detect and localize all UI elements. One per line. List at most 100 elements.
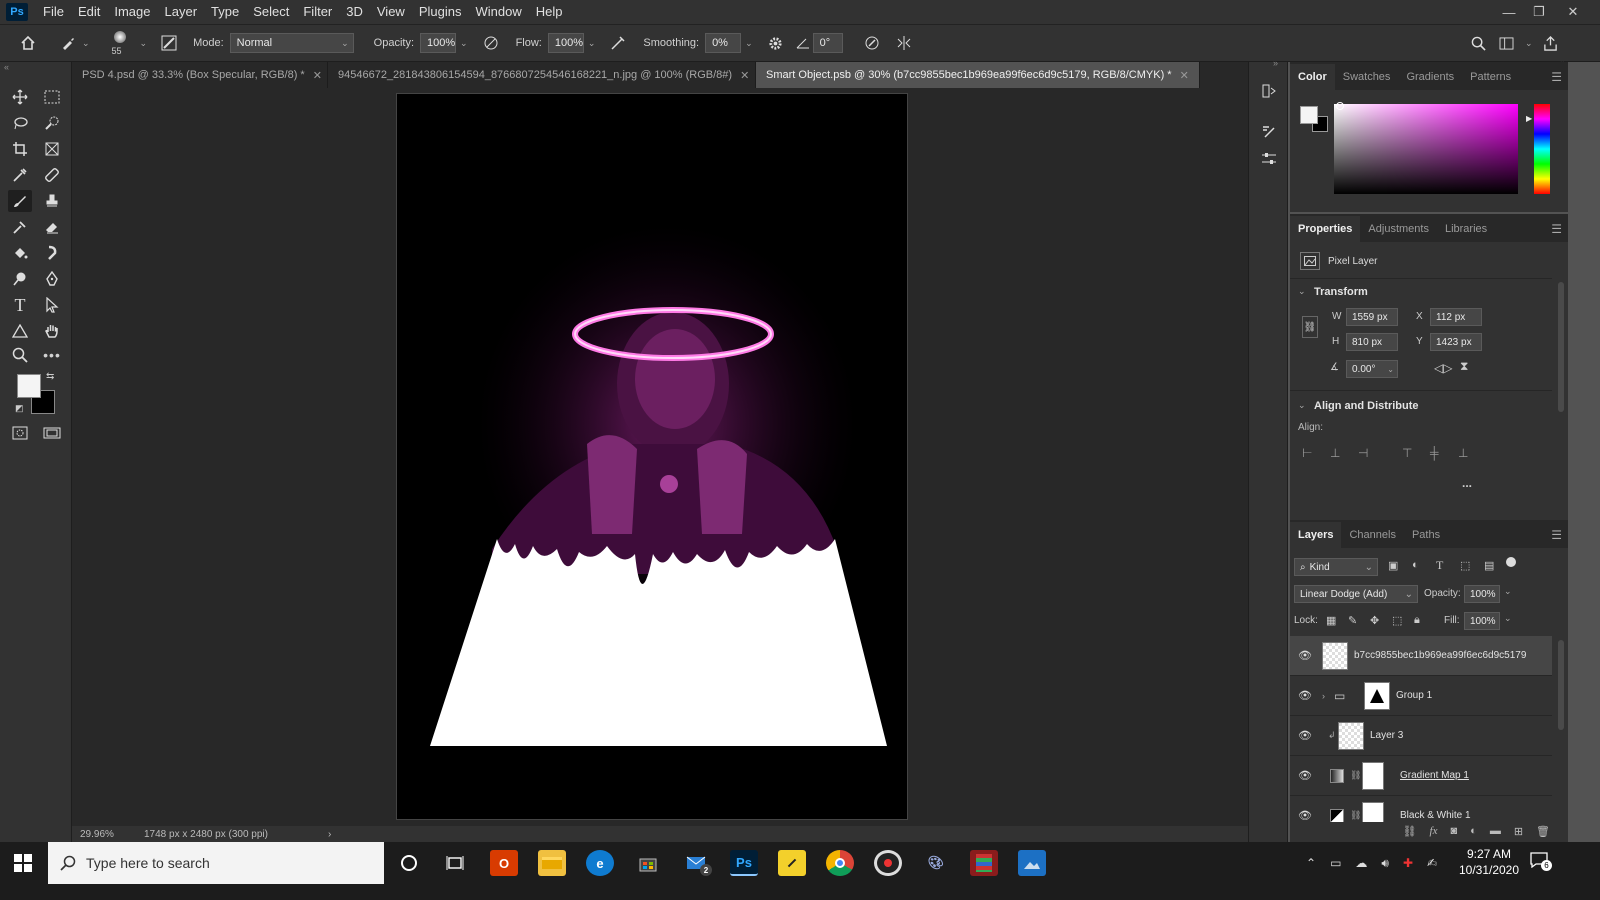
layer-opacity-field[interactable]: 100% [1464, 585, 1500, 603]
type-tool-icon[interactable]: T [8, 294, 32, 316]
layer-row[interactable]: 👁︎ ↲ Layer 3 [1290, 716, 1552, 756]
office-icon[interactable]: O [490, 850, 518, 876]
network-devices-icon[interactable]: ▭ [1330, 856, 1341, 870]
hue-slider[interactable] [1534, 104, 1550, 194]
align-bottom-icon[interactable]: ⊥ [1458, 446, 1468, 460]
tab-properties[interactable]: Properties [1290, 216, 1361, 242]
align-left-icon[interactable]: ⊢ [1302, 446, 1312, 460]
tab-smart-object[interactable]: Smart Object.psb @ 30% (b7cc9855bec1b969… [756, 62, 1200, 88]
paint-bucket-tool-icon[interactable] [8, 242, 32, 264]
chevron-up-icon[interactable]: ⌃ [1306, 856, 1316, 870]
panel-menu-icon[interactable]: ☰ [1551, 70, 1562, 84]
color-field[interactable] [1334, 104, 1518, 194]
more-options-button[interactable]: ... [1462, 476, 1472, 490]
menu-image[interactable]: Image [107, 0, 157, 24]
winrar-icon[interactable] [970, 850, 998, 876]
menu-plugins[interactable]: Plugins [412, 0, 469, 24]
clone-stamp-tool-icon[interactable] [40, 190, 64, 212]
brush-settings-panel-icon[interactable] [159, 35, 179, 51]
edge-icon[interactable]: e [586, 850, 614, 876]
trash-icon[interactable]: 🗑︎ [1536, 825, 1550, 838]
task-view-icon[interactable] [441, 850, 469, 876]
align-horizontal-center-icon[interactable]: ⊥ [1330, 446, 1340, 460]
align-section-title[interactable]: Align and Distribute [1314, 400, 1419, 412]
chevron-down-icon[interactable]: ⌄ [1504, 613, 1512, 624]
new-group-icon[interactable]: ▬ [1490, 825, 1501, 837]
filter-smart-object-icon[interactable]: ▤ [1484, 559, 1494, 572]
panel-menu-icon[interactable]: ☰ [1551, 528, 1562, 542]
blend-mode-select[interactable]: Linear Dodge (Add) ⌄ [1294, 585, 1418, 603]
chevron-down-icon[interactable]: ⌄ [460, 38, 468, 49]
color-fg-swatch[interactable] [1300, 106, 1318, 124]
restore-button[interactable]: ❐ [1524, 0, 1554, 24]
brush-preset-icon[interactable] [58, 36, 78, 50]
menu-filter[interactable]: Filter [296, 0, 339, 24]
add-mask-icon[interactable]: ◙ [1451, 825, 1458, 837]
tab-libraries[interactable]: Libraries [1437, 216, 1495, 242]
frame-tool-icon[interactable] [40, 138, 64, 160]
home-icon[interactable] [14, 35, 42, 51]
eraser-tool-icon[interactable] [40, 216, 64, 238]
x-field[interactable]: 112 px [1430, 308, 1482, 326]
menu-3d[interactable]: 3D [339, 0, 370, 24]
link-dimensions-icon[interactable]: ⛓ [1302, 316, 1318, 338]
quick-mask-icon[interactable] [8, 422, 32, 444]
eyedropper-tool-icon[interactable] [8, 164, 32, 186]
paint-icon[interactable]: 🎨︎ [922, 850, 950, 876]
collapse-toolbar-icon[interactable]: « [4, 62, 9, 72]
close-tab-icon[interactable]: ✕ [1180, 69, 1189, 82]
lock-transparent-icon[interactable]: ▦ [1326, 614, 1336, 627]
close-tab-icon[interactable]: ✕ [313, 69, 322, 82]
height-field[interactable]: 810 px [1346, 333, 1398, 351]
tab-paths[interactable]: Paths [1404, 522, 1448, 548]
layer-row[interactable]: 👁︎ b7cc9855bec1b969ea99f6ec6d9c5179 [1290, 636, 1552, 676]
cortana-icon[interactable] [395, 850, 423, 876]
flip-vertical-icon[interactable]: ⧗ [1460, 359, 1468, 374]
tab-color[interactable]: Color [1290, 64, 1335, 90]
chevron-down-icon[interactable]: ⌄ [588, 38, 596, 49]
link-layers-icon[interactable]: ⛓ [1403, 825, 1417, 838]
menu-view[interactable]: View [370, 0, 412, 24]
tab-channels[interactable]: Channels [1341, 522, 1403, 548]
screen-mode-icon[interactable] [40, 422, 64, 444]
chevron-right-icon[interactable]: › [1322, 691, 1325, 701]
mode-select[interactable]: Normal ⌄ [229, 33, 354, 53]
notifications-icon[interactable]: 6 [1530, 852, 1552, 872]
move-tool-icon[interactable] [8, 86, 32, 108]
foreground-color-swatch[interactable] [17, 374, 41, 398]
properties-scrollbar[interactable] [1558, 282, 1564, 412]
menu-help[interactable]: Help [529, 0, 570, 24]
search-icon[interactable] [1468, 36, 1488, 51]
swap-colors-icon[interactable]: ⇆ [46, 371, 54, 382]
menu-type[interactable]: Type [204, 0, 246, 24]
new-layer-icon[interactable]: ⊞ [1514, 825, 1523, 838]
tab-adjustments[interactable]: Adjustments [1360, 216, 1437, 242]
healing-brush-tool-icon[interactable] [40, 164, 64, 186]
layer-row[interactable]: 👁︎ ⛓ Gradient Map 1 [1290, 756, 1552, 796]
chevron-down-icon[interactable]: ⌄ [140, 38, 148, 49]
zoom-tool-icon[interactable] [8, 344, 32, 366]
chevron-down-icon[interactable]: ⌄ [745, 38, 753, 49]
filter-adjustment-icon[interactable]: ◐ [1412, 559, 1419, 571]
chevron-down-icon[interactable]: ⌄ [1504, 586, 1512, 597]
document-canvas[interactable] [396, 93, 908, 820]
tab-gradients[interactable]: Gradients [1398, 64, 1462, 90]
filter-shape-icon[interactable]: ⬚ [1460, 559, 1470, 572]
more-tools-icon[interactable]: ••• [40, 344, 64, 366]
chevron-down-icon[interactable]: ⌄ [1298, 400, 1306, 411]
photos-icon[interactable] [1018, 850, 1046, 876]
fill-field[interactable]: 100% [1464, 612, 1500, 630]
pressure-size-icon[interactable] [861, 35, 883, 51]
file-explorer-icon[interactable] [538, 850, 566, 876]
marquee-tool-icon[interactable] [40, 86, 64, 108]
menu-select[interactable]: Select [246, 0, 296, 24]
lock-artboard-icon[interactable]: ⬚ [1392, 614, 1402, 627]
airbrush-icon[interactable] [607, 35, 629, 51]
shape-tool-icon[interactable] [8, 320, 32, 342]
pen-tool-icon[interactable] [40, 268, 64, 290]
crop-tool-icon[interactable] [8, 138, 32, 160]
store-icon[interactable] [634, 850, 662, 876]
align-right-icon[interactable]: ⊣ [1358, 446, 1368, 460]
lock-all-icon[interactable]: 🔒︎ [1414, 614, 1420, 627]
width-field[interactable]: 1559 px [1346, 308, 1398, 326]
